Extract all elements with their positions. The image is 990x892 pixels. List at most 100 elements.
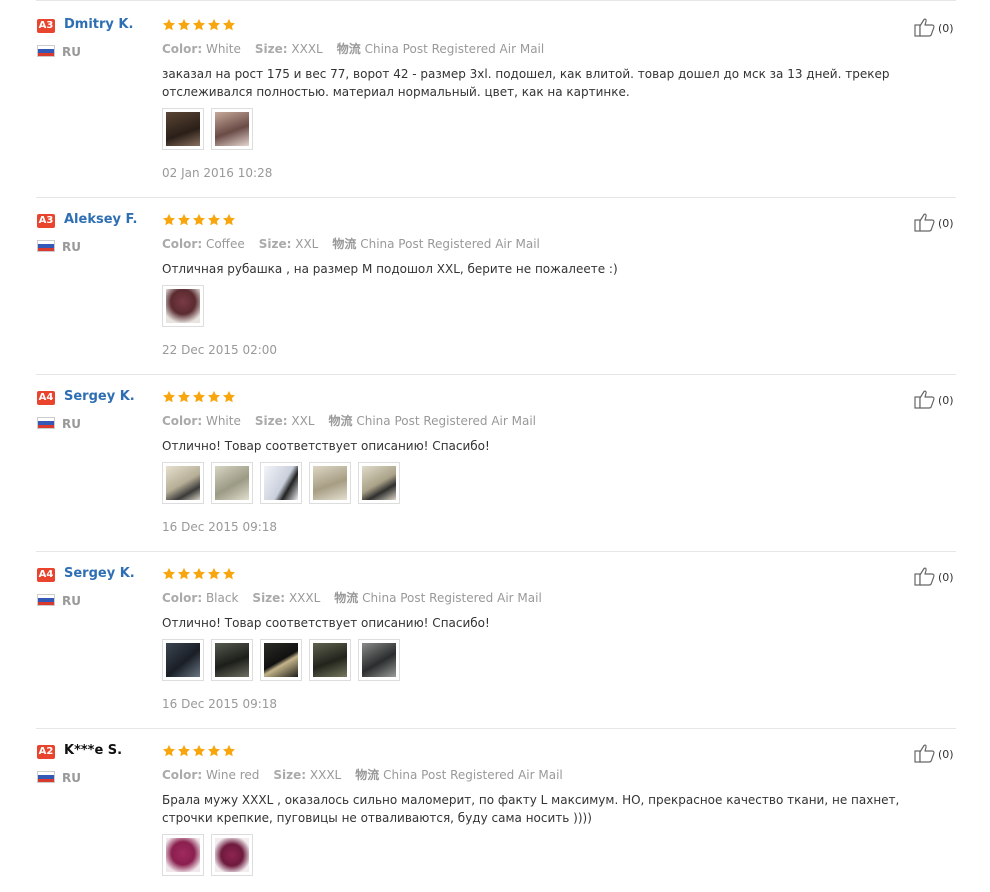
order-attributes: Color: White Size: XXXL 物流 China Post Regi… [162, 42, 545, 56]
star-icon [177, 389, 191, 408]
black-shirt-photo-5[interactable] [358, 639, 400, 681]
star-icon [192, 743, 206, 762]
white-shirt-photo-5[interactable] [358, 462, 400, 504]
review-photos [162, 285, 204, 327]
thumbs-up-icon [914, 566, 936, 589]
black-shirt-photo-3[interactable] [260, 639, 302, 681]
star-icon [177, 743, 191, 762]
review-photos [162, 108, 253, 150]
star-icon [222, 566, 236, 585]
buyer-name[interactable]: Sergey K. [64, 566, 135, 581]
review-date: 16 Dec 2015 09:18 [162, 697, 278, 711]
white-shirt-photo-3[interactable] [260, 462, 302, 504]
star-rating [162, 17, 236, 36]
star-icon [162, 566, 176, 585]
shipping-icon: 物流 [336, 42, 361, 56]
star-icon [207, 17, 221, 36]
review-photos [162, 834, 253, 876]
star-icon [192, 17, 206, 36]
review-text: Отлично! Товар соответствует описанию! С… [162, 616, 490, 630]
garment-on-bed-photo[interactable] [211, 108, 253, 150]
review-text: заказал на рост 175 и вес 77, ворот 42 -… [162, 67, 890, 99]
order-attributes: Color: Black Size: XXXL 物流 China Post Regi… [162, 591, 542, 605]
russia-flag-icon [37, 240, 55, 252]
russia-flag-icon [37, 771, 55, 783]
russia-flag-icon [37, 417, 55, 429]
black-shirt-photo-1[interactable] [162, 639, 204, 681]
shipping-icon: 物流 [332, 237, 357, 251]
star-icon [177, 212, 191, 231]
helpful-button[interactable]: (0) [914, 389, 954, 412]
buyer-country: RU [62, 594, 81, 608]
wine-shirt-photo-1[interactable] [162, 834, 204, 876]
russia-flag-icon [37, 594, 55, 606]
star-icon [207, 212, 221, 231]
buyer-level-badge: A3 [37, 214, 55, 228]
buyer-country: RU [62, 240, 81, 254]
divider [36, 551, 956, 552]
black-shirt-photo-4[interactable] [309, 639, 351, 681]
white-shirt-photo-2[interactable] [211, 462, 253, 504]
thumbs-up-icon [914, 743, 936, 766]
star-icon [207, 743, 221, 762]
buyer-country: RU [62, 45, 81, 59]
white-shirt-photo-1[interactable] [162, 462, 204, 504]
buyer-name[interactable]: K***e S. [64, 743, 122, 758]
star-icon [162, 743, 176, 762]
star-icon [177, 17, 191, 36]
star-icon [207, 389, 221, 408]
black-shirt-photo-2[interactable] [211, 639, 253, 681]
divider [36, 0, 956, 1]
divider [36, 197, 956, 198]
thumbs-up-icon [914, 389, 936, 412]
star-icon [162, 212, 176, 231]
buyer-level-badge: A3 [37, 19, 55, 33]
star-rating [162, 566, 236, 585]
wine-shirt-photo-2[interactable] [211, 834, 253, 876]
star-icon [162, 17, 176, 36]
order-attributes: Color: White Size: XXL 物流 China Post Regis… [162, 414, 536, 428]
divider [36, 728, 956, 729]
star-rating [162, 743, 236, 762]
review-photos [162, 639, 400, 681]
star-icon [192, 566, 206, 585]
order-attributes: Color: Coffee Size: XXL 物流 China Post Regi… [162, 237, 540, 251]
star-icon [222, 743, 236, 762]
shipping-icon: 物流 [328, 414, 353, 428]
buyer-country: RU [62, 771, 81, 785]
review-text: Отличная рубашка , на размер М подошол X… [162, 262, 618, 276]
helpful-button[interactable]: (0) [914, 17, 954, 40]
helpful-button[interactable]: (0) [914, 743, 954, 766]
buyer-name[interactable]: Aleksey F. [64, 212, 137, 227]
review-date: 02 Jan 2016 10:28 [162, 166, 273, 180]
buyer-country: RU [62, 417, 81, 431]
helpful-button[interactable]: (0) [914, 212, 954, 235]
buyer-name[interactable]: Dmitry K. [64, 17, 133, 32]
divider [36, 374, 956, 375]
thumbs-up-icon [914, 212, 936, 235]
buyer-name[interactable]: Sergey K. [64, 389, 135, 404]
star-icon [222, 389, 236, 408]
person-wearing-shirt-photo[interactable] [162, 285, 204, 327]
review-text: Брала мужу XXXL , оказалось сильно малом… [162, 793, 900, 825]
dark-garment-photo[interactable] [162, 108, 204, 150]
review-text: Отлично! Товар соответствует описанию! С… [162, 439, 490, 453]
shipping-icon: 物流 [355, 768, 380, 782]
star-rating [162, 389, 236, 408]
star-icon [222, 17, 236, 36]
star-icon [207, 566, 221, 585]
russia-flag-icon [37, 45, 55, 57]
review-photos [162, 462, 400, 504]
star-icon [192, 212, 206, 231]
star-icon [177, 566, 191, 585]
shipping-icon: 物流 [334, 591, 359, 605]
buyer-level-badge: A4 [37, 391, 55, 405]
review-date: 16 Dec 2015 09:18 [162, 520, 278, 534]
star-icon [192, 389, 206, 408]
star-icon [222, 212, 236, 231]
helpful-button[interactable]: (0) [914, 566, 954, 589]
thumbs-up-icon [914, 17, 936, 40]
buyer-level-badge: A2 [37, 745, 55, 759]
white-shirt-photo-4[interactable] [309, 462, 351, 504]
order-attributes: Color: Wine red Size: XXXL 物流 China Post R… [162, 768, 563, 782]
